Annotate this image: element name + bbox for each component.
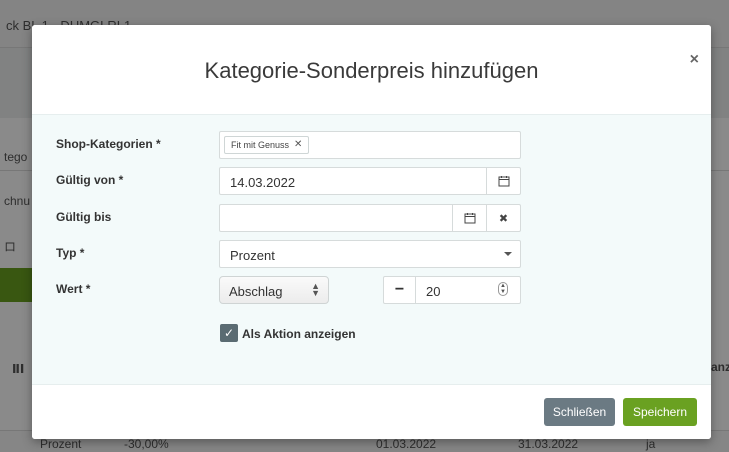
add-category-special-price-modal: Kategorie-Sonderpreis hinzufügen × Shop-… — [32, 25, 711, 439]
save-button[interactable]: Speichern — [623, 398, 697, 426]
value-amount: 20 — [426, 284, 441, 299]
value-mode-select[interactable]: Abschlag ▲ ▼ — [219, 276, 329, 304]
value-amount-stepper[interactable]: − 20 ▲ ▼ — [383, 276, 521, 304]
show-as-action-label: Als Aktion anzeigen — [242, 327, 356, 341]
type-select[interactable]: Prozent — [219, 240, 521, 268]
calendar-icon[interactable] — [486, 168, 520, 194]
valid-from-label: Gültig von * — [56, 173, 124, 187]
category-tag-label: Fit mit Genuss — [231, 140, 290, 150]
calendar-icon-svg — [464, 213, 475, 224]
modal-body: Shop-Kategorien * Fit mit Genuss ✕ Gülti… — [32, 114, 711, 385]
show-as-action-checkbox[interactable]: ✓ — [220, 324, 238, 342]
valid-from-input[interactable]: 14.03.2022 — [219, 167, 521, 195]
chevron-down-icon — [504, 252, 512, 256]
spinner-icon[interactable]: ▲ ▼ — [498, 282, 508, 296]
shop-categories-input[interactable]: Fit mit Genuss ✕ — [219, 131, 521, 159]
category-tag: Fit mit Genuss ✕ — [224, 136, 310, 154]
shop-categories-label: Shop-Kategorien * — [56, 137, 161, 151]
decrement-button[interactable]: − — [384, 277, 416, 303]
valid-until-label: Gültig bis — [56, 210, 112, 224]
close-button[interactable]: Schließen — [544, 398, 615, 426]
calendar-icon[interactable] — [452, 205, 486, 231]
modal-title: Kategorie-Sonderpreis hinzufügen — [204, 58, 539, 83]
value-label: Wert * — [56, 282, 91, 296]
clear-date-icon[interactable]: ✖ — [486, 205, 520, 231]
valid-until-input[interactable]: ✖ — [219, 204, 521, 232]
valid-from-value: 14.03.2022 — [230, 175, 296, 190]
value-mode-text: Abschlag — [229, 284, 283, 299]
calendar-icon-svg — [498, 176, 509, 187]
type-label: Typ * — [56, 246, 85, 260]
modal-header: Kategorie-Sonderpreis hinzufügen × — [32, 25, 711, 114]
updown-icon: ▲ ▼ — [311, 281, 320, 298]
remove-tag-icon[interactable]: ✕ — [294, 137, 302, 153]
type-value: Prozent — [230, 248, 275, 263]
close-icon[interactable]: × — [690, 51, 699, 69]
